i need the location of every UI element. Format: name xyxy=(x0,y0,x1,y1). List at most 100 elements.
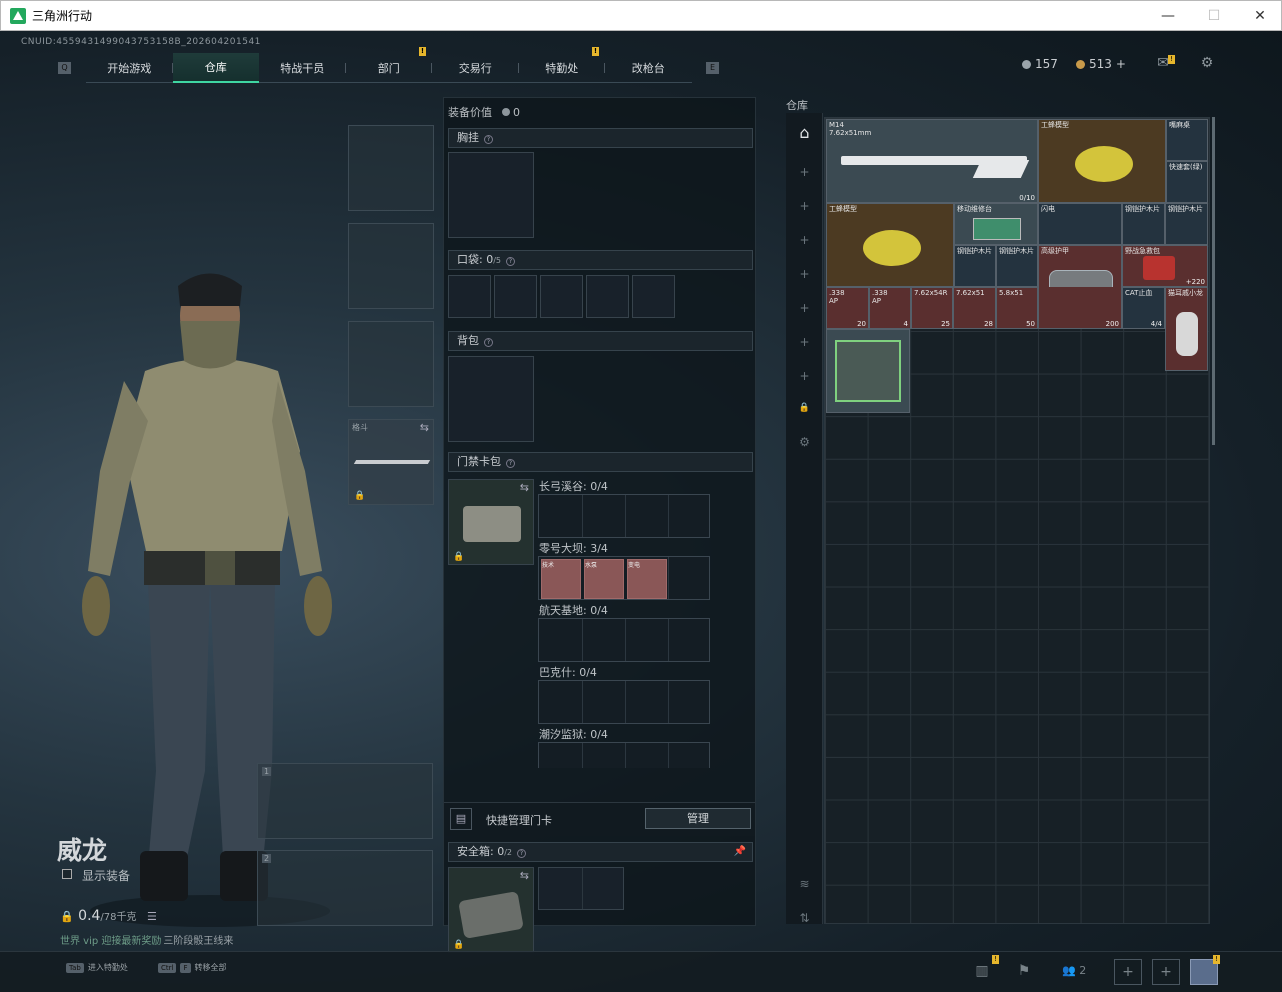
maximize-button[interactable]: ☐ xyxy=(1191,1,1237,31)
manage-button[interactable]: 管理 xyxy=(645,808,751,829)
warehouse-tab-icon[interactable]: ⌂ xyxy=(786,123,823,142)
item-name: .338 AP xyxy=(829,289,845,305)
help-icon[interactable]: ? xyxy=(484,135,493,144)
warehouse-grid[interactable]: M14 7.62x51mm 0/10 工蜂模型 嘴麻桌 快速套(绿) 工蜂模型 … xyxy=(824,117,1210,924)
item-ammo[interactable]: 7.62x51 28 xyxy=(953,287,996,329)
tab-gunsmith[interactable]: 改枪台 xyxy=(605,53,692,83)
nav-prev-key[interactable]: Q xyxy=(58,62,71,74)
keycard-row-tide-prison[interactable] xyxy=(538,742,710,768)
pocket-slot[interactable] xyxy=(540,275,583,318)
flag-icon[interactable]: ⚑ xyxy=(1010,959,1038,985)
help-icon[interactable]: ? xyxy=(506,257,516,266)
sort-icon[interactable]: ⇅ xyxy=(786,911,823,925)
melee-slot[interactable]: 格斗 ⇆ 🔒 xyxy=(348,419,434,505)
enter-special-ops-hint[interactable]: Tab 进入特勤处 xyxy=(66,962,128,973)
chest-rig-slot[interactable] xyxy=(448,152,534,238)
nav-next-key[interactable]: E xyxy=(706,62,719,74)
item-tourniquet[interactable]: CAT止血 4/4 xyxy=(1122,287,1165,329)
keycard-pack-slot[interactable]: ⇆ 🔒 xyxy=(448,479,534,565)
keycard-item[interactable]: 水泵 xyxy=(584,559,624,599)
primary-weapon-slot-2[interactable]: 2 xyxy=(257,850,433,926)
item-ammo[interactable]: .338 AP 4 xyxy=(869,287,911,329)
party-members[interactable]: 👥 2 xyxy=(1062,964,1086,977)
keycard-item[interactable]: 变电 xyxy=(627,559,667,599)
add-page-icon[interactable]: + xyxy=(786,267,823,281)
settings-icon[interactable]: ⚙ xyxy=(786,435,823,449)
item-bee-model[interactable]: 工蜂模型 xyxy=(1038,119,1166,203)
item-repair-station[interactable]: 移动维修台 xyxy=(954,203,1038,245)
close-button[interactable]: ✕ xyxy=(1237,1,1282,31)
safe-box-slot[interactable]: ⇆ 🔒 xyxy=(448,867,534,953)
item-m14-rifle[interactable]: M14 7.62x51mm 0/10 xyxy=(826,119,1038,203)
lock-icon[interactable]: 🔒 xyxy=(786,403,823,413)
keycard-pack-label: 门禁卡包 xyxy=(457,455,501,468)
item-grid-cell[interactable]: 嘴麻桌 xyxy=(1166,119,1208,161)
tab-start-game[interactable]: 开始游戏 xyxy=(86,53,173,83)
tab-special-ops[interactable]: 特勤处! xyxy=(519,47,605,83)
item-stock-part[interactable]: 闪电 xyxy=(1038,203,1122,245)
swap-icon[interactable]: ⇆ xyxy=(420,421,429,434)
pocket-slot[interactable] xyxy=(632,275,675,318)
warehouse-sidebar: ⌂ + + + + + + + 🔒 ⚙ ≋ ⇅ xyxy=(786,113,823,925)
minimize-button[interactable]: — xyxy=(1145,1,1191,31)
show-equipment-checkbox[interactable] xyxy=(62,869,72,879)
tab-warehouse[interactable]: 仓库 xyxy=(172,53,259,83)
item-name: 7.62x54R xyxy=(914,289,948,297)
item-grid-cell[interactable]: 快速套(绿) xyxy=(1166,161,1208,203)
item-medkit[interactable]: 野战急救包 +220 xyxy=(1122,245,1208,287)
list-icon[interactable]: ☰ xyxy=(147,910,157,923)
invite-slot-add-icon[interactable]: + xyxy=(1114,959,1142,985)
item-handguard[interactable]: 钢铠护木片 xyxy=(1165,203,1208,245)
lock-icon: 🔒 xyxy=(453,552,465,562)
transfer-all-hint[interactable]: Ctrl F 转移全部 xyxy=(158,962,227,973)
add-page-icon[interactable]: + xyxy=(786,165,823,179)
item-ammo[interactable]: .338 AP 20 xyxy=(826,287,869,329)
help-icon[interactable]: ? xyxy=(517,849,527,858)
add-currency-button[interactable]: + xyxy=(1116,57,1126,71)
add-page-icon[interactable]: + xyxy=(786,335,823,349)
keycard-row-space-base[interactable] xyxy=(538,618,710,662)
item-handguard[interactable]: 钢铠护木片 xyxy=(954,245,996,287)
keycard-row-valley[interactable] xyxy=(538,494,710,538)
item-ammo[interactable]: 5.8x51 50 xyxy=(996,287,1038,329)
item-armor-durability[interactable]: 200 xyxy=(1038,287,1122,329)
pin-icon[interactable]: 📌 xyxy=(734,843,746,861)
backpack-slot[interactable] xyxy=(448,356,534,442)
item-ammo[interactable]: 7.62x54R 25 xyxy=(911,287,953,329)
pocket-slot[interactable] xyxy=(586,275,629,318)
armor-slot[interactable] xyxy=(348,223,434,309)
tab-department[interactable]: 部门! xyxy=(346,47,432,83)
map-label-valley: 长弓溪谷: 0/4 xyxy=(539,478,608,494)
item-handguard[interactable]: 钢铠护木片 xyxy=(1122,203,1165,245)
primary-weapon-slot-1[interactable]: 1 xyxy=(257,763,433,839)
invite-slot-add-icon[interactable]: + xyxy=(1152,959,1180,985)
keycard-item[interactable]: 技术 xyxy=(541,559,581,599)
silver-currency[interactable]: 157 xyxy=(1022,57,1058,71)
item-handguard[interactable]: 钢铠护木片 xyxy=(996,245,1038,287)
help-icon[interactable]: ? xyxy=(506,459,515,468)
add-page-icon[interactable]: + xyxy=(786,233,823,247)
add-page-icon[interactable]: + xyxy=(786,301,823,315)
pocket-slot[interactable] xyxy=(448,275,491,318)
item-figurine[interactable]: 猫耳戚小龙 xyxy=(1165,287,1208,371)
pocket-slot[interactable] xyxy=(494,275,537,318)
helmet-slot[interactable] xyxy=(348,125,434,211)
help-icon[interactable]: ? xyxy=(484,338,493,347)
item-supply-crate[interactable] xyxy=(826,329,910,413)
safe-box-storage[interactable] xyxy=(538,867,624,910)
gold-currency[interactable]: 513 + xyxy=(1076,57,1126,71)
weight-unit: /78千克 xyxy=(100,912,137,923)
pistol-slot[interactable] xyxy=(348,321,434,407)
settings-gear-icon[interactable]: ⚙ xyxy=(1198,55,1216,71)
add-page-icon[interactable]: + xyxy=(786,369,823,383)
add-page-icon[interactable]: + xyxy=(786,199,823,213)
warehouse-scrollbar[interactable] xyxy=(1212,117,1215,445)
item-bee-model[interactable]: 工蜂模型 xyxy=(826,203,954,287)
layers-icon[interactable]: ≋ xyxy=(786,877,823,891)
keycard-row-dam[interactable]: 技术 水泵 变电 xyxy=(538,556,710,600)
tab-trading[interactable]: 交易行 xyxy=(432,53,519,83)
swap-icon[interactable]: ⇆ xyxy=(520,869,529,882)
keycard-row-brakkesh[interactable] xyxy=(538,680,710,724)
tab-operators[interactable]: 特战干员 xyxy=(259,53,346,83)
swap-icon[interactable]: ⇆ xyxy=(520,481,529,494)
